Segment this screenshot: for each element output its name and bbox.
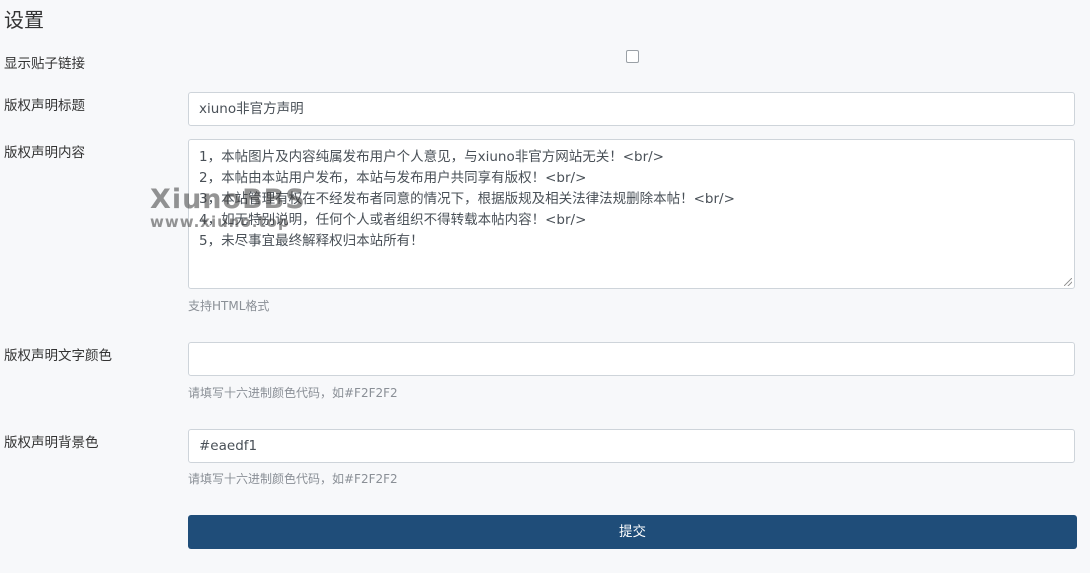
content-line: 1，本帖图片及内容纯属发布用户个人意见，与xiuno非官方网站无关！<br/> xyxy=(199,149,664,165)
copyright-title-value: xiuno非官方声明 xyxy=(199,101,304,117)
content-line: 4，如无特别说明，任何个人或者组织不得转载本帖内容！<br/> xyxy=(199,212,587,228)
bg-color-label: 版权声明背景色 xyxy=(4,435,99,451)
text-color-label: 版权声明文字颜色 xyxy=(4,348,112,364)
content-line: 5，未尽事宜最终解释权归本站所有！ xyxy=(199,233,424,249)
bg-color-value: #eaedf1 xyxy=(199,438,258,454)
bg-color-help: 请填写十六进制颜色代码，如#F2F2F2 xyxy=(188,472,398,486)
text-color-help: 请填写十六进制颜色代码，如#F2F2F2 xyxy=(188,386,398,400)
bg-color-input[interactable]: #eaedf1 xyxy=(188,429,1075,463)
resize-handle-icon[interactable] xyxy=(1064,278,1072,286)
text-color-input[interactable] xyxy=(188,342,1075,376)
submit-button[interactable]: 提交 xyxy=(188,515,1077,549)
page-title: 设置 xyxy=(4,8,44,32)
content-line: 2，本帖由本站用户发布，本站与发布用户共同享有版权！<br/> xyxy=(199,170,587,186)
copyright-title-label: 版权声明标题 xyxy=(4,98,85,114)
show-link-checkbox[interactable] xyxy=(626,50,639,63)
copyright-title-input[interactable]: xiuno非官方声明 xyxy=(188,92,1075,126)
copyright-content-help: 支持HTML格式 xyxy=(188,299,270,313)
content-line: 3，本站管理有权在不经发布者同意的情况下，根据版规及相关法律法规删除本帖！<br… xyxy=(199,191,735,207)
show-link-label: 显示贴子链接 xyxy=(4,56,85,72)
copyright-content-textarea[interactable]: 1，本帖图片及内容纯属发布用户个人意见，与xiuno非官方网站无关！<br/> … xyxy=(188,139,1075,289)
copyright-content-label: 版权声明内容 xyxy=(4,145,85,161)
